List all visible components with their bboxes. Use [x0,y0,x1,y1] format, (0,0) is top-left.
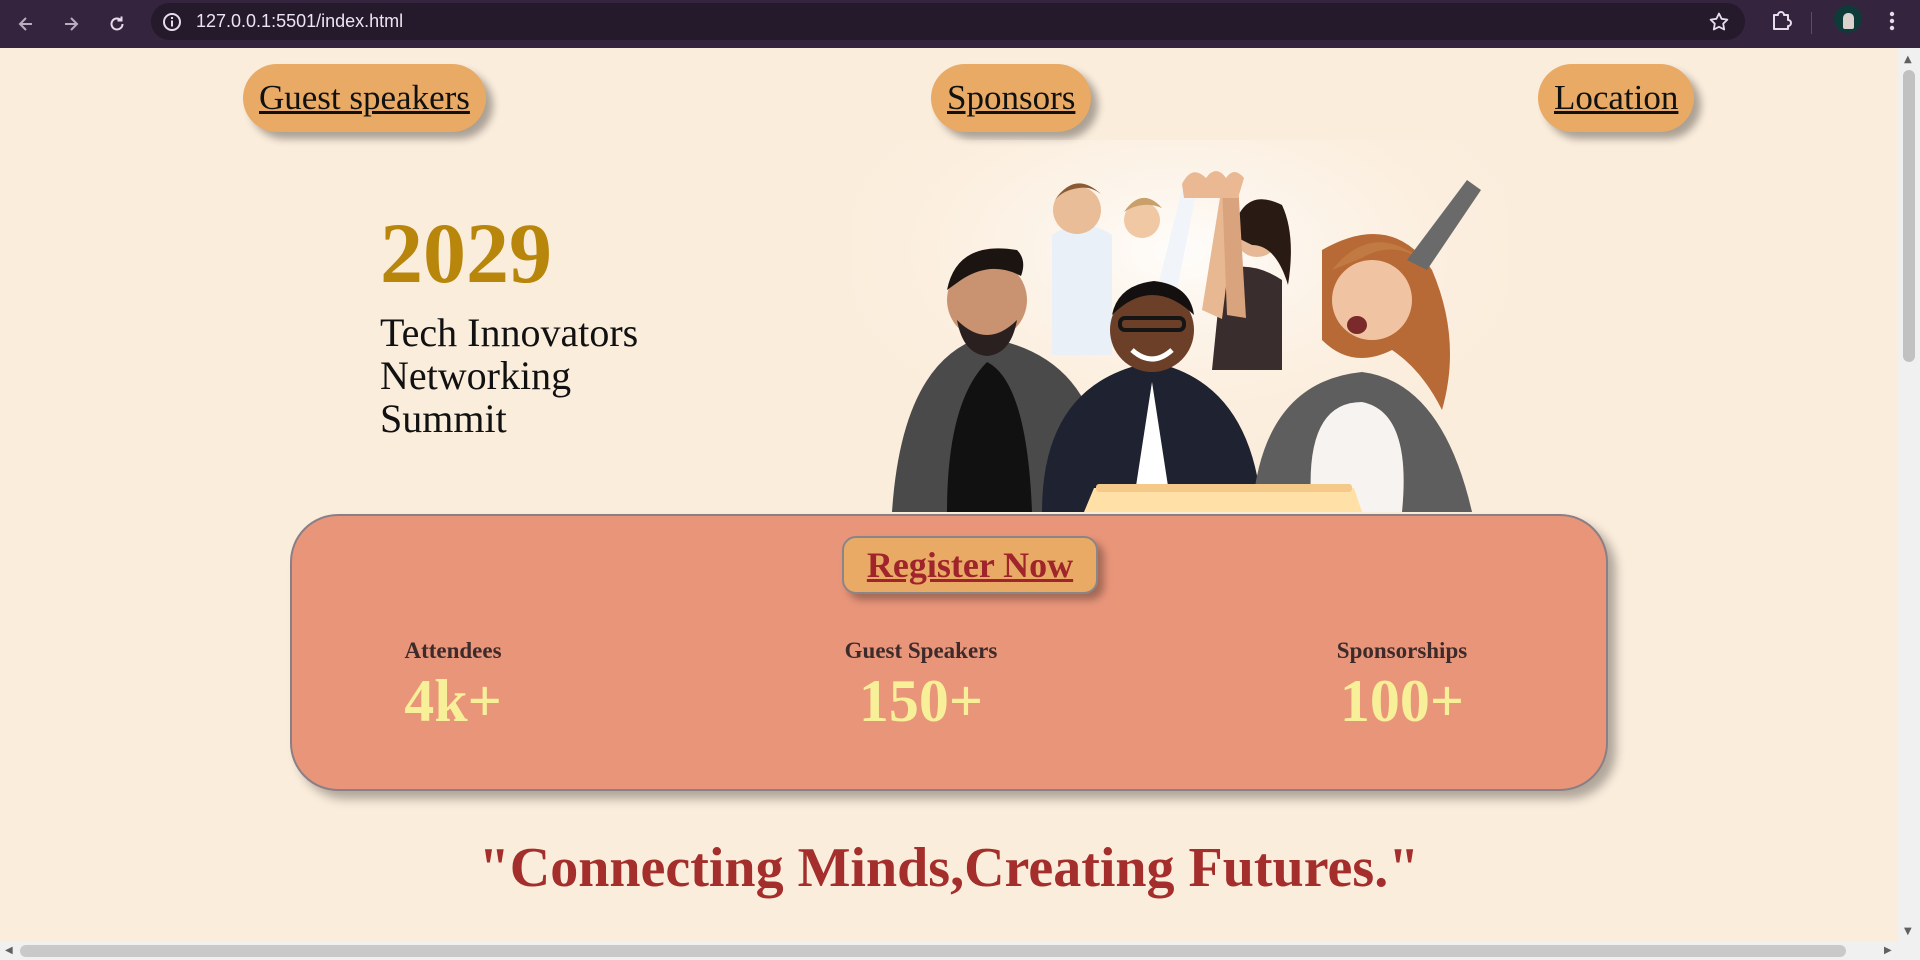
profile-avatar[interactable] [1834,5,1862,33]
menu-dots-icon[interactable] [1880,6,1904,36]
stat-sponsorships: Sponsorships 100+ [1332,638,1472,732]
vertical-scroll-thumb[interactable] [1903,70,1915,362]
extensions-icon[interactable] [1768,7,1794,33]
event-year: 2029 [380,205,552,301]
stat-attendees: Attendees 4k+ [388,638,518,732]
forward-arrow-icon[interactable] [53,6,89,42]
stat-value: 100+ [1339,668,1465,734]
stats-panel: Register Now Attendees 4k+ Guest Speaker… [290,514,1608,791]
scroll-up-icon[interactable]: ▲ [1904,54,1912,65]
nav-guest-speakers-link[interactable]: Guest speakers [243,64,486,132]
horizontal-scrollbar[interactable]: ◀ ▶ [0,942,1920,960]
event-title-line: Networking [380,353,572,398]
stat-value: 150+ [858,668,984,734]
event-title: Tech Innovators Networking Summit [380,311,700,440]
stat-label: Attendees [404,638,502,663]
bookmark-star-icon[interactable] [1707,10,1731,34]
scroll-left-icon[interactable]: ◀ [5,945,13,956]
stat-value: 4k+ [404,668,502,734]
event-title-line: Tech Innovators [380,310,639,355]
reload-icon[interactable] [99,6,135,42]
scroll-down-icon[interactable]: ▼ [1904,926,1912,937]
toolbar-divider [1811,12,1812,34]
event-title-line: Summit [380,396,507,441]
team-high-five-photo [852,140,1508,512]
url-text: 127.0.0.1:5501/index.html [196,11,404,31]
stat-label: Guest Speakers [844,638,998,663]
address-bar[interactable]: 127.0.0.1:5501/index.html [151,3,1745,40]
horizontal-scroll-thumb[interactable] [20,945,1846,957]
nav-sponsors-link[interactable]: Sponsors [931,64,1092,132]
scroll-right-icon[interactable]: ▶ [1884,945,1892,956]
vertical-scrollbar[interactable]: ▲ ▼ [1898,48,1920,942]
site-info-icon[interactable] [161,11,183,33]
register-now-button[interactable]: Register Now [842,536,1098,594]
browser-toolbar: 127.0.0.1:5501/index.html [0,0,1920,48]
back-arrow-icon[interactable] [8,6,44,42]
stat-guest-speakers: Guest Speakers 150+ [840,638,1002,732]
tagline-heading: "Connecting Minds,Creating Futures." [478,837,1420,899]
nav-location-link[interactable]: Location [1538,64,1695,132]
stat-label: Sponsorships [1336,638,1468,663]
